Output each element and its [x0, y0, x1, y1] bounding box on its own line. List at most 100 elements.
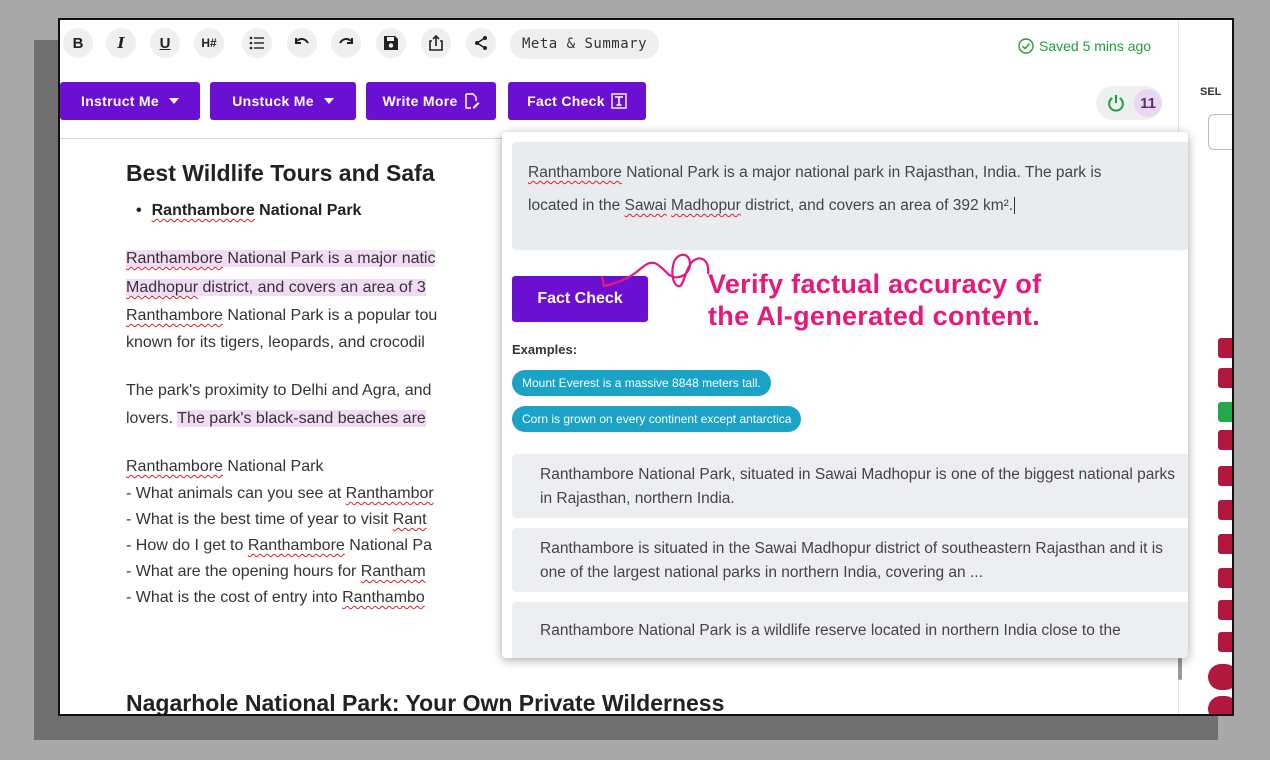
misspelled-word: Ranthambore: [126, 307, 223, 324]
paragraph-line: Ranthambore National Park is a popular t…: [126, 303, 437, 328]
formatting-toolbar: B I U H# Meta & Summary Saved 5 mins ago: [60, 20, 1180, 70]
power-toggle[interactable]: 11: [1096, 86, 1162, 120]
select-label: SEL: [1200, 86, 1222, 98]
share-icon: [475, 36, 487, 50]
article-title: Best Wildlife Tours and Safa: [126, 160, 435, 186]
paragraph-line: lovers. The park's black-sand beaches ar…: [126, 406, 426, 431]
result-text: Ranthambore National Park is a wildlife …: [540, 622, 1121, 639]
paragraph-text: National Pa: [344, 537, 432, 554]
italic-button[interactable]: I: [106, 28, 136, 58]
misspelled-word: Rantham: [360, 563, 426, 580]
side-tag[interactable]: [1218, 466, 1232, 486]
question-line: - What is the cost of entry into Rantham…: [126, 585, 425, 610]
instruct-me-label: Instruct Me: [81, 93, 159, 109]
bullet-text: National Park: [254, 202, 362, 219]
input-text: district, and covers an area of 392 km².: [740, 197, 1014, 214]
side-pill[interactable]: [1208, 664, 1232, 690]
side-tag[interactable]: [1218, 568, 1232, 588]
side-tag[interactable]: [1218, 368, 1232, 388]
select-dropdown[interactable]: [1208, 114, 1232, 150]
misspelled-word: Madhopur: [671, 197, 741, 214]
paragraph-line: Madhopur district, and covers an area of…: [126, 275, 426, 300]
redo-button[interactable]: [331, 28, 361, 58]
misspelled-word: Ranthambore: [126, 458, 223, 475]
share-button[interactable]: [466, 28, 496, 58]
editor-scrollbar[interactable]: [1178, 658, 1182, 680]
bullet-keyword: Ranthambore: [151, 202, 255, 219]
list-heading: Ranthambore National Park: [126, 454, 323, 479]
italic-label: I: [117, 34, 125, 52]
underline-button[interactable]: U: [150, 28, 180, 58]
write-more-label: Write More: [382, 93, 458, 109]
document-edit-icon: [464, 93, 480, 109]
list-button[interactable]: [242, 28, 272, 58]
input-text: located in the: [528, 197, 625, 214]
caret-down-icon: [323, 98, 334, 104]
misspelled-word: Sawai: [624, 197, 667, 214]
question-line: - What are the opening hours for Rantham: [126, 559, 426, 584]
bullet-item: Ranthambore National Park: [136, 202, 362, 220]
side-tag[interactable]: [1218, 534, 1232, 554]
paragraph-text: - How do I get to: [126, 537, 248, 554]
highlight-text: district, and covers an area of 3: [198, 279, 426, 296]
result-text: Ranthambore is situated in the Sawai Mad…: [540, 540, 1163, 581]
export-icon: [429, 35, 443, 51]
misspelled-word: Ranthambore: [528, 164, 622, 181]
save-button[interactable]: [376, 28, 406, 58]
underline-label: U: [159, 34, 171, 52]
bold-label: B: [72, 34, 84, 52]
heading-button[interactable]: H#: [194, 28, 224, 58]
example-chip[interactable]: Corn is grown on every continent except …: [512, 406, 802, 432]
misspelled-word: Ranthambo: [342, 589, 425, 606]
side-tag[interactable]: [1218, 402, 1232, 422]
input-text: National Park is a major national park i…: [621, 164, 1102, 181]
editor-window: B I U H# Meta & Summary Saved 5 mins ago…: [58, 18, 1234, 716]
side-tag[interactable]: [1218, 600, 1232, 620]
side-pill[interactable]: [1208, 696, 1232, 714]
bold-button[interactable]: B: [63, 28, 93, 58]
question-line: - What animals can you see at Ranthambor: [126, 481, 434, 506]
caret-down-icon: [168, 98, 179, 104]
side-tag[interactable]: [1218, 632, 1232, 652]
example-chip-text: Mount Everest is a massive 8848 meters t…: [522, 376, 761, 390]
annotation-line: the AI-generated content.: [708, 301, 1041, 331]
fact-check-popup: Ranthambore National Park is a major nat…: [502, 132, 1188, 658]
paragraph-text: - What animals can you see at: [126, 485, 346, 502]
paragraph-text: National Park is a popular tou: [222, 307, 438, 324]
highlight-text: National Park is a major natic: [222, 250, 436, 267]
paragraph-line: The park's proximity to Delhi and Agra, …: [126, 382, 432, 399]
paragraph-text: National Park: [222, 458, 324, 475]
fact-check-toolbar-label: Fact Check: [527, 93, 605, 109]
unstuck-me-button[interactable]: Unstuck Me: [210, 82, 356, 120]
result-item[interactable]: Ranthambore National Park is a wildlife …: [512, 602, 1188, 658]
side-tag[interactable]: [1218, 500, 1232, 520]
misspelled-word: Ranthambor: [345, 485, 434, 502]
side-tag[interactable]: [1218, 338, 1232, 358]
annotation-callout: Verify factual accuracy of the AI-genera…: [708, 268, 1041, 332]
undo-icon: [295, 37, 309, 44]
heading-label: H#: [201, 36, 217, 50]
paragraph-text: - What is the cost of entry into: [126, 589, 343, 606]
example-chip[interactable]: Mount Everest is a massive 8848 meters t…: [512, 370, 771, 396]
annotation-line: Verify factual accuracy of: [708, 269, 1042, 299]
saved-status: Saved 5 mins ago: [1018, 38, 1151, 54]
undo-button[interactable]: [287, 28, 317, 58]
instruct-me-button[interactable]: Instruct Me: [60, 82, 200, 120]
side-tag[interactable]: [1218, 430, 1232, 450]
result-item[interactable]: Ranthambore National Park, situated in S…: [512, 454, 1188, 518]
example-chip-text: Corn is grown on every continent except …: [522, 412, 792, 426]
curly-arrow-icon: [600, 253, 710, 288]
list-icon: [249, 36, 264, 50]
meta-summary-label: Meta & Summary: [522, 36, 648, 52]
unstuck-me-label: Unstuck Me: [232, 93, 314, 109]
misspelled-word: Rant: [392, 511, 427, 528]
result-item[interactable]: Ranthambore is situated in the Sawai Mad…: [512, 528, 1188, 592]
write-more-button[interactable]: Write More: [366, 82, 496, 120]
meta-summary-button[interactable]: Meta & Summary: [510, 29, 660, 59]
paragraph-text: lovers.: [126, 410, 178, 427]
fact-check-input[interactable]: Ranthambore National Park is a major nat…: [512, 142, 1188, 250]
export-button[interactable]: [421, 28, 451, 58]
credit-count-badge: 11: [1134, 89, 1162, 117]
question-line: - How do I get to Ranthambore National P…: [126, 533, 432, 558]
fact-check-toolbar-button[interactable]: Fact Check: [508, 82, 646, 120]
